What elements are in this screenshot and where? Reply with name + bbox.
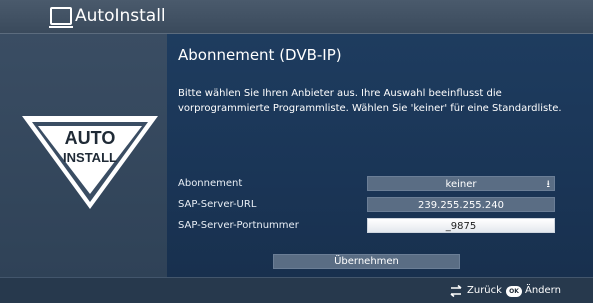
content-panel: [167, 34, 593, 277]
screen: AutoInstall AUTO INSTALL Abonnement (DVB…: [0, 0, 593, 303]
window-title: AutoInstall: [75, 6, 166, 26]
ok-button-icon: OK: [506, 286, 522, 297]
server-url-field[interactable]: 239.255.255.240: [367, 197, 555, 212]
page-title: Abonnement (DVB-IP): [178, 46, 342, 64]
subscription-select[interactable]: keiner ⭳: [367, 176, 555, 191]
server-url-value: 239.255.255.240: [418, 200, 504, 211]
autoinstall-logo: AUTO INSTALL: [22, 116, 158, 209]
footer-bar: [0, 277, 593, 303]
server-url-label: SAP-Server-URL: [178, 199, 257, 210]
subscription-value: keiner: [445, 179, 477, 190]
title-bar: AutoInstall: [0, 0, 593, 34]
apply-button[interactable]: Übernehmen: [273, 254, 460, 269]
tv-icon: [49, 7, 73, 28]
subscription-label: Abonnement: [178, 178, 243, 189]
sidebar: AUTO INSTALL: [0, 34, 167, 277]
description-text: Bitte wählen Sie Ihren Anbieter aus. Ihr…: [178, 88, 562, 114]
logo-line2: INSTALL: [63, 150, 117, 165]
dropdown-arrow-icon: ⭳: [546, 179, 551, 190]
server-port-field[interactable]: _9875: [367, 218, 555, 233]
back-icon: [450, 285, 462, 297]
back-hint[interactable]: Zurück: [467, 285, 502, 296]
server-port-value: _9875: [445, 221, 477, 232]
change-hint[interactable]: Ändern: [525, 285, 561, 296]
server-port-label: SAP-Server-Portnummer: [178, 220, 299, 231]
logo-line1: AUTO: [65, 128, 116, 148]
